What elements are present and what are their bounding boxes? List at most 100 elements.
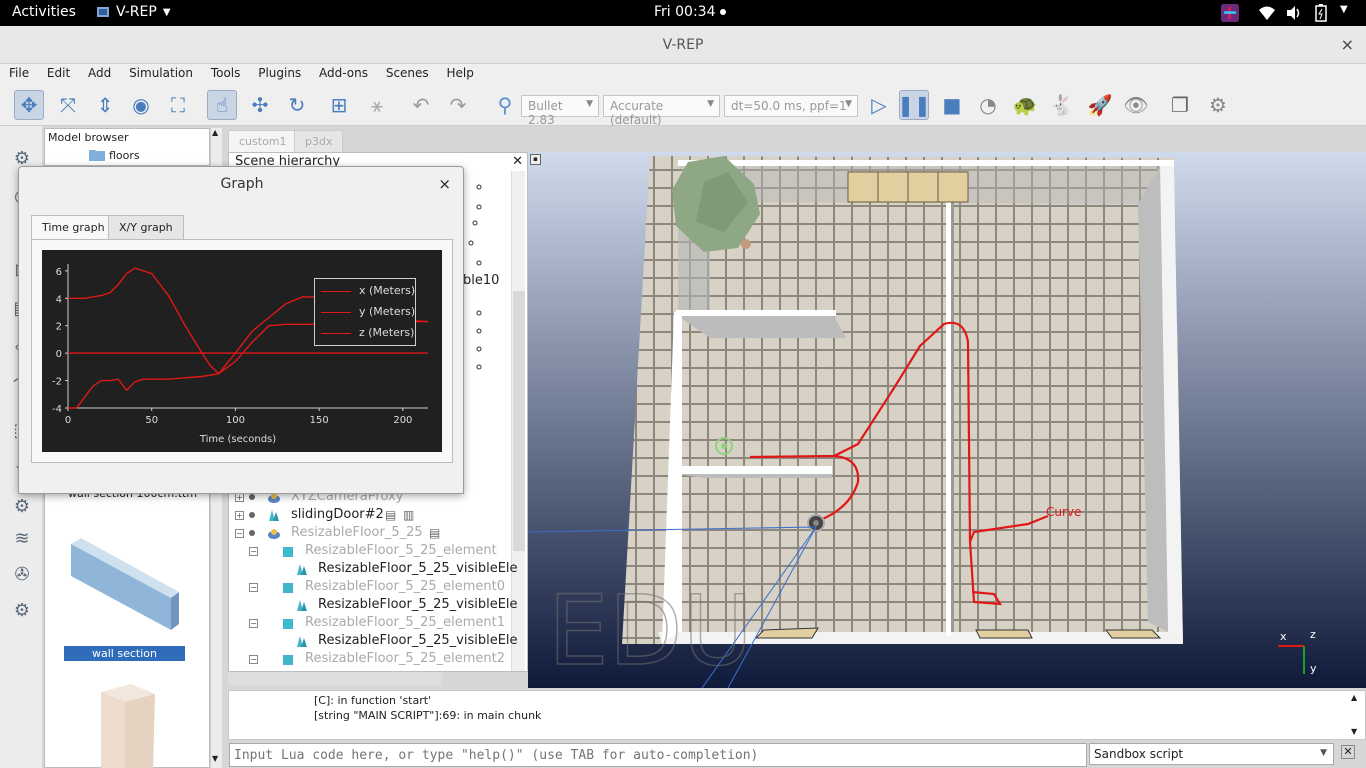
menu-simulation[interactable]: Simulation xyxy=(120,64,198,80)
undo-icon[interactable]: ↶ xyxy=(406,90,436,120)
axis-z-label: z xyxy=(1310,628,1316,641)
pause-icon[interactable]: ❚❚ xyxy=(897,90,931,120)
engine-select[interactable]: Bullet 2.83 ▼ xyxy=(521,95,599,127)
scene-viewport[interactable]: Curve EDU x z y ▪ xyxy=(528,152,1366,688)
expand-icon[interactable]: + xyxy=(235,493,244,502)
floor-mat xyxy=(1105,629,1162,639)
collapse-icon[interactable]: − xyxy=(249,547,258,556)
hierarchy-horizontal-scrollbar[interactable] xyxy=(228,672,442,686)
menu-edit[interactable]: Edit xyxy=(38,64,75,80)
collapse-icon[interactable]: − xyxy=(249,583,258,592)
user-settings-icon[interactable]: ⚙ xyxy=(8,596,36,624)
app-menu[interactable]: V-REP ▼ xyxy=(96,4,171,20)
menu-scenes[interactable]: Scenes xyxy=(377,64,434,80)
click-select-icon[interactable]: ☝ xyxy=(207,90,237,120)
y-tick-label: 4 xyxy=(56,294,62,305)
scroll-down-icon[interactable]: ▼ xyxy=(212,754,218,763)
accuracy-select[interactable]: Accurate (default) ▼ xyxy=(603,95,720,127)
wifi-icon[interactable] xyxy=(1258,4,1276,22)
camera-pan-icon[interactable]: ✥ xyxy=(14,90,44,120)
model-item-label-selected[interactable]: wall section 200cm.ttm xyxy=(64,646,185,675)
wall-section-200-thumbnail[interactable] xyxy=(67,534,191,634)
speed-up-rabbit-icon[interactable]: 🐇 xyxy=(1047,90,1077,120)
dynamics-settings-icon[interactable]: ⚙ xyxy=(8,492,36,520)
tab-p3dx[interactable]: p3dx xyxy=(294,130,344,152)
camera-shift-icon[interactable]: ⇕ xyxy=(90,90,120,120)
close-icon[interactable]: ✕ xyxy=(1341,745,1355,759)
layers-icon[interactable]: ≋ xyxy=(8,524,36,552)
shape-group-icon xyxy=(297,600,307,611)
script-icon[interactable]: ▤ xyxy=(429,526,440,540)
tab-time-graph[interactable]: Time graph xyxy=(31,215,116,240)
play-icon[interactable]: ▷ xyxy=(864,90,894,120)
slack-icon[interactable] xyxy=(1220,4,1240,22)
dynamics-toggle-icon[interactable]: ⚲ xyxy=(490,90,520,120)
collapse-icon[interactable]: − xyxy=(249,619,258,628)
y-tick-label: 6 xyxy=(56,267,62,278)
y-tick-label: 2 xyxy=(56,322,62,333)
object-rotate-icon[interactable]: ↻ xyxy=(282,90,312,120)
volume-icon[interactable] xyxy=(1285,4,1303,22)
floor-mat xyxy=(975,629,1033,639)
y-tick-label: -2 xyxy=(52,377,62,388)
legend-label: x (Meters) xyxy=(359,284,416,297)
realtime-clock-icon[interactable]: ◔ xyxy=(973,90,1003,120)
inner-wall-vertical xyxy=(946,180,951,636)
menu-add-ons[interactable]: Add-ons xyxy=(310,64,373,80)
slow-down-turtle-icon[interactable]: 🐢 xyxy=(1010,90,1040,120)
hierarchy-scrollbar[interactable] xyxy=(511,171,525,671)
wall-section-tall-thumbnail[interactable] xyxy=(95,684,165,768)
joint-icon[interactable]: ▥ xyxy=(403,508,414,522)
menu-plugins[interactable]: Plugins xyxy=(249,64,306,80)
window-close-button[interactable]: × xyxy=(1341,26,1354,64)
time-graph-plot[interactable]: 6 4 2 0 -2 -4 0 50 100 150 200 Time (seconds) x (Me… xyxy=(42,250,442,452)
cuboid-icon xyxy=(283,547,293,557)
views-icon[interactable]: ⚙ xyxy=(1203,90,1233,120)
transfer-dna-icon[interactable]: ⚹ xyxy=(362,90,392,120)
graph-close-button[interactable]: × xyxy=(438,175,451,193)
fit-to-view-icon[interactable]: ⛶ xyxy=(163,90,193,120)
script-icon[interactable]: ▤ xyxy=(385,508,396,522)
redo-icon[interactable]: ↷ xyxy=(443,90,473,120)
scene-tabs: custom1 p3dx xyxy=(228,128,528,152)
expand-icon[interactable]: + xyxy=(235,511,244,520)
tree-row-label: ResizableFloor_5_25_visibleEle xyxy=(318,633,518,648)
timestep-select[interactable]: dt=50.0 ms, ppf=1 ▼ xyxy=(724,95,858,117)
battery-icon[interactable] xyxy=(1314,4,1328,22)
console-scrollbar[interactable]: ▲ ▼ xyxy=(1351,693,1363,739)
lua-command-input[interactable] xyxy=(229,743,1087,767)
script-selector[interactable]: Sandbox script ▼ xyxy=(1089,743,1334,765)
folder-floors[interactable]: floors xyxy=(109,149,140,162)
scroll-up-icon[interactable]: ▲ xyxy=(212,128,218,137)
thread-rendering-icon[interactable]: 🚀 xyxy=(1085,90,1115,120)
menu-tools[interactable]: Tools xyxy=(202,64,246,80)
collapse-icon[interactable]: − xyxy=(249,655,258,664)
activities-button[interactable]: Activities xyxy=(12,4,76,20)
stop-icon[interactable]: ■ xyxy=(937,90,967,120)
visibility-dot-icon xyxy=(249,530,255,536)
assemble-icon[interactable]: ⊞ xyxy=(324,90,354,120)
viewport-menu-icon[interactable]: ▪ xyxy=(530,154,541,165)
camera-rotate-icon[interactable]: ⤧ xyxy=(53,90,83,120)
engine-select-value: Bullet 2.83 xyxy=(528,99,563,127)
console-line: [string "MAIN SCRIPT"]:69: in main chunk xyxy=(314,709,542,722)
close-icon[interactable]: ✕ xyxy=(512,154,523,169)
menu-add[interactable]: Add xyxy=(79,64,116,80)
collapse-icon[interactable]: − xyxy=(235,529,244,538)
visualization-eye-icon[interactable]: 👁 xyxy=(1121,90,1151,120)
object-shift-icon[interactable]: ✣ xyxy=(245,90,275,120)
tab-custom1[interactable]: custom1 xyxy=(228,130,298,152)
menu-help[interactable]: Help xyxy=(438,64,479,80)
clock[interactable]: Fri 00:34 xyxy=(654,4,726,20)
window-title: V-REP xyxy=(662,37,704,53)
system-menu-icon[interactable]: ▼ xyxy=(1340,4,1348,22)
scrollbar-thumb[interactable] xyxy=(513,291,525,551)
camera-angle-icon[interactable]: ◉ xyxy=(126,90,156,120)
video-recorder-icon[interactable]: ✇ xyxy=(8,560,36,588)
app-icon xyxy=(97,7,109,17)
scroll-down-icon[interactable]: ▼ xyxy=(1351,727,1357,736)
tab-xy-graph[interactable]: X/Y graph xyxy=(108,215,184,239)
scroll-up-icon[interactable]: ▲ xyxy=(1351,693,1357,702)
scene-pages-icon[interactable]: ❐ xyxy=(1165,90,1195,120)
menu-file[interactable]: File xyxy=(0,64,34,80)
